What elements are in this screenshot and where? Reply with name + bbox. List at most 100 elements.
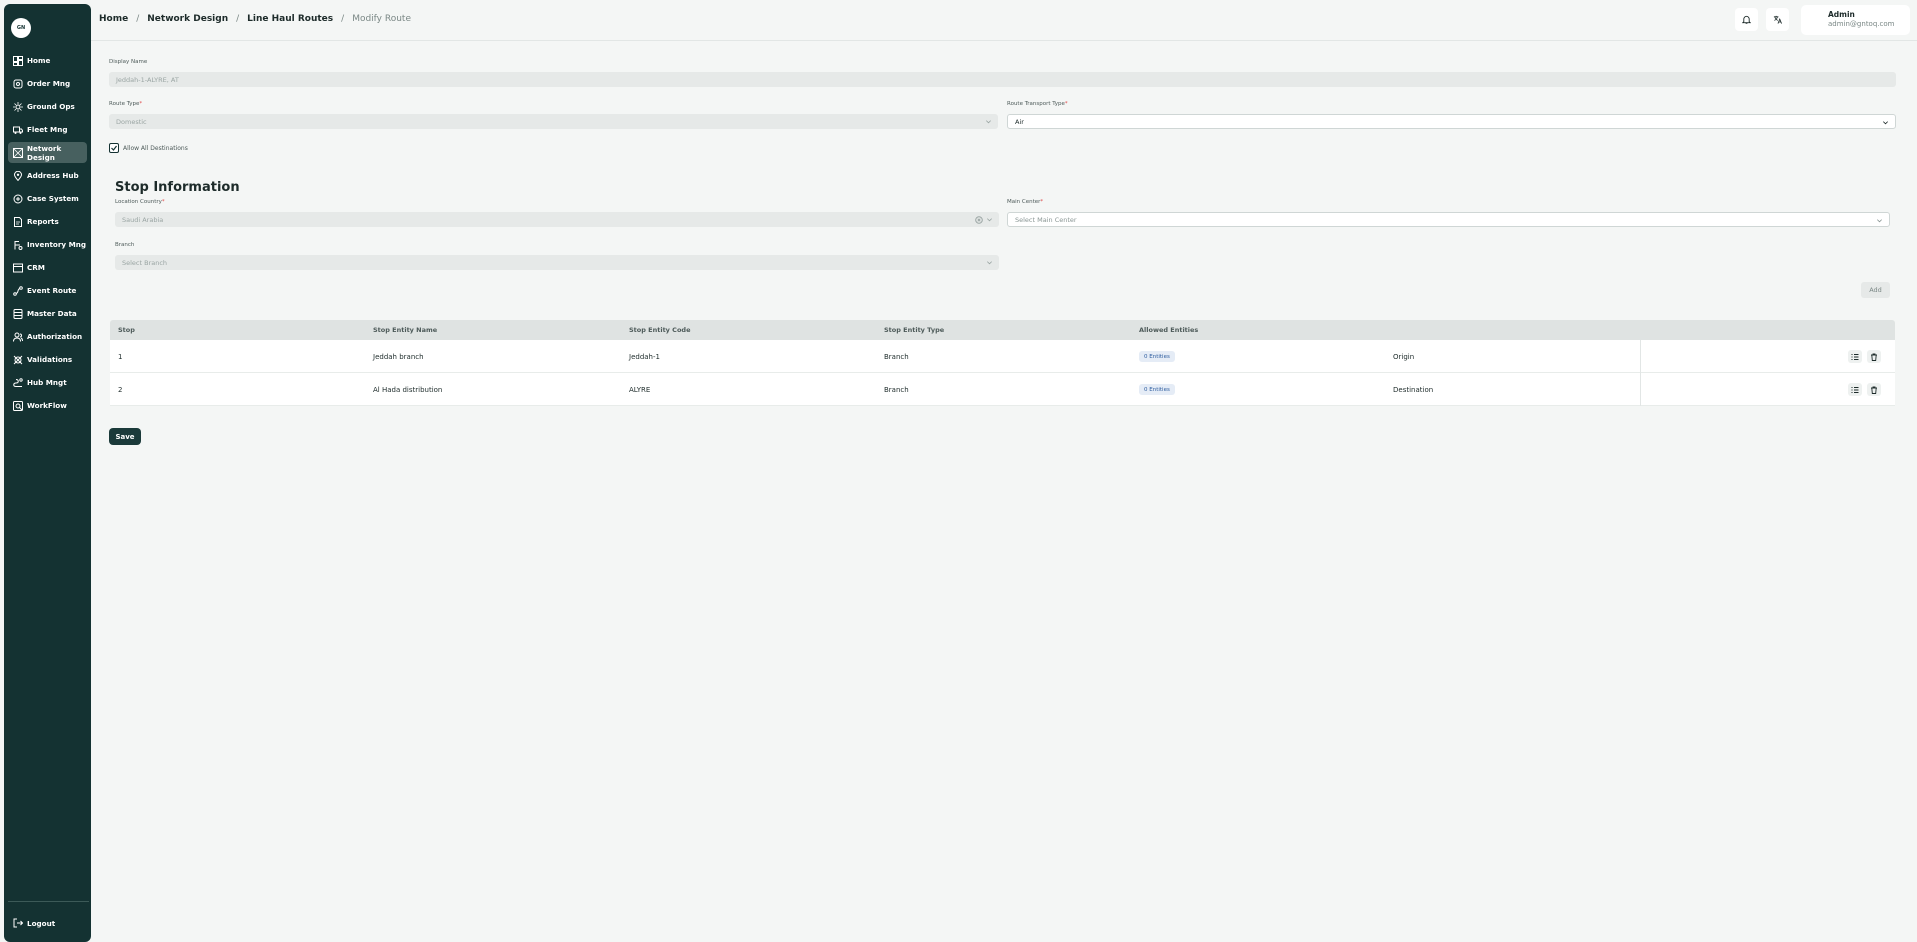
sidebar-item-inventory-mng[interactable]: Inventory Mng bbox=[8, 234, 87, 255]
sidebar-item-label: Fleet Mng bbox=[27, 125, 68, 134]
sidebar-nav: Home Order Mng Ground Ops Fleet Mng Netw… bbox=[8, 50, 87, 418]
sidebar-item-authorization[interactable]: Authorization bbox=[8, 326, 87, 347]
sidebar-item-hub-mngt[interactable]: Hub Mngt bbox=[8, 372, 87, 393]
bell-icon bbox=[1742, 15, 1751, 24]
table-row: 1 Jeddah branch Jeddah-1 Branch 0 Entiti… bbox=[110, 340, 1895, 373]
sidebar-item-order-mng[interactable]: Order Mng bbox=[8, 73, 87, 94]
column-header: Stop bbox=[118, 326, 135, 334]
cell-entity-name: Al Hada distribution bbox=[373, 386, 443, 394]
route-type-select[interactable]: Domestic bbox=[109, 114, 998, 129]
cell-entity-code: ALYRE bbox=[629, 386, 651, 394]
route-type-value: Domestic bbox=[116, 117, 147, 126]
sidebar-item-label: Event Route bbox=[27, 286, 77, 295]
notifications-button[interactable] bbox=[1735, 8, 1758, 31]
sidebar-item-master-data[interactable]: Master Data bbox=[8, 303, 87, 324]
translate-icon bbox=[1773, 15, 1782, 24]
save-button[interactable]: Save bbox=[109, 428, 141, 445]
location-country-select[interactable]: Saudi Arabia bbox=[115, 212, 999, 227]
network-icon bbox=[13, 147, 23, 158]
case-icon bbox=[13, 194, 23, 203]
chevron-down-icon bbox=[987, 218, 992, 222]
main-center-select[interactable]: Select Main Center bbox=[1007, 212, 1890, 227]
edit-entities-button[interactable] bbox=[1848, 383, 1862, 396]
allow-all-destinations[interactable]: Allow All Destinations bbox=[109, 143, 188, 153]
delete-row-button[interactable] bbox=[1867, 383, 1881, 396]
sidebar-item-label: Authorization bbox=[27, 332, 83, 341]
truck-icon bbox=[13, 126, 23, 134]
cell-entity-code: Jeddah-1 bbox=[629, 353, 660, 361]
sidebar-item-label: CRM bbox=[27, 263, 45, 272]
list-edit-icon bbox=[1851, 386, 1859, 393]
sidebar-item-label: Network Design bbox=[27, 143, 62, 162]
sidebar-divider bbox=[8, 901, 89, 902]
logout-label: Logout bbox=[27, 918, 56, 928]
top-bar: Home / Network Design / Line Haul Routes… bbox=[91, 0, 1917, 41]
app-logo: GN bbox=[11, 18, 31, 38]
sidebar-item-address-hub[interactable]: Address Hub bbox=[8, 165, 87, 186]
cell-entity-name: Jeddah branch bbox=[373, 353, 424, 361]
breadcrumb-separator: / bbox=[236, 14, 240, 24]
check-icon bbox=[111, 145, 117, 151]
breadcrumb-home[interactable]: Home bbox=[99, 14, 128, 24]
sidebar-item-label: Inventory Mng bbox=[27, 240, 86, 249]
inventory-icon bbox=[14, 240, 23, 250]
stops-table: Stop Stop Entity Name Stop Entity Code S… bbox=[110, 320, 1895, 406]
sidebar-item-network-design[interactable]: Network Design bbox=[8, 142, 87, 163]
sidebar-item-reports[interactable]: Reports bbox=[8, 211, 87, 232]
column-header: Stop Entity Type bbox=[884, 326, 945, 334]
route-icon bbox=[13, 285, 23, 296]
sidebar-item-home[interactable]: Home bbox=[8, 50, 87, 71]
cell-stop: 1 bbox=[118, 353, 123, 361]
clear-icon[interactable] bbox=[975, 215, 983, 224]
add-stop-button[interactable]: Add bbox=[1861, 282, 1890, 298]
sidebar-item-label: Address Hub bbox=[27, 171, 79, 180]
main-center-placeholder: Select Main Center bbox=[1015, 215, 1077, 224]
chevron-down-icon bbox=[987, 261, 992, 265]
route-type-label: Route Type* bbox=[109, 101, 143, 107]
display-name-field[interactable]: Jeddah-1-ALYRE, AT bbox=[109, 72, 1896, 87]
location-icon bbox=[13, 170, 23, 181]
logout-button[interactable]: Logout bbox=[13, 918, 55, 928]
language-button[interactable] bbox=[1766, 8, 1789, 31]
ground-ops-icon bbox=[13, 101, 23, 112]
branch-select[interactable]: Select Branch bbox=[115, 255, 999, 270]
edit-entities-button[interactable] bbox=[1848, 350, 1862, 363]
sidebar-item-validations[interactable]: Validations bbox=[8, 349, 87, 370]
report-icon bbox=[14, 216, 22, 227]
sidebar-item-label: Ground Ops bbox=[27, 102, 75, 111]
delete-row-button[interactable] bbox=[1867, 350, 1881, 363]
location-country-value: Saudi Arabia bbox=[122, 215, 164, 224]
sidebar: GN Home Order Mng Ground Ops Fleet Mng N… bbox=[4, 4, 91, 942]
sidebar-item-workflow[interactable]: WorkFlow bbox=[8, 395, 87, 416]
logout-icon bbox=[13, 918, 23, 928]
route-transport-type-value: Air bbox=[1015, 117, 1024, 126]
sidebar-item-label: WorkFlow bbox=[27, 401, 67, 410]
sidebar-item-crm[interactable]: CRM bbox=[8, 257, 87, 278]
users-icon bbox=[13, 332, 23, 342]
display-name-value: Jeddah-1-ALYRE, AT bbox=[116, 75, 179, 84]
trash-icon bbox=[1871, 353, 1877, 361]
column-header: Stop Entity Code bbox=[629, 326, 691, 334]
allowed-entities-badge[interactable]: 0 Entities bbox=[1139, 351, 1175, 362]
allowed-entities-badge[interactable]: 0 Entities bbox=[1139, 384, 1175, 395]
sidebar-item-event-route[interactable]: Event Route bbox=[8, 280, 87, 301]
chevron-down-icon bbox=[1877, 219, 1882, 223]
sidebar-item-label: Home bbox=[27, 56, 51, 65]
table-row: 2 Al Hada distribution ALYRE Branch 0 En… bbox=[110, 373, 1895, 406]
sidebar-item-ground-ops[interactable]: Ground Ops bbox=[8, 96, 87, 117]
breadcrumb: Home / Network Design / Line Haul Routes… bbox=[99, 14, 411, 24]
sidebar-item-case-system[interactable]: Case System bbox=[8, 188, 87, 209]
table-header: Stop Stop Entity Name Stop Entity Code S… bbox=[110, 320, 1895, 340]
breadcrumb-line-haul-routes[interactable]: Line Haul Routes bbox=[247, 14, 333, 24]
sidebar-item-label: Reports bbox=[27, 217, 59, 226]
user-menu[interactable]: Admin admin@gntoq.com bbox=[1801, 5, 1910, 35]
list-edit-icon bbox=[1851, 353, 1859, 360]
sidebar-item-label: Order Mng bbox=[27, 79, 71, 88]
allow-all-destinations-label: Allow All Destinations bbox=[123, 144, 188, 152]
breadcrumb-network-design[interactable]: Network Design bbox=[147, 14, 228, 24]
sidebar-item-fleet-mng[interactable]: Fleet Mng bbox=[8, 119, 87, 140]
user-name: Admin bbox=[1828, 10, 1855, 19]
allow-all-destinations-checkbox[interactable] bbox=[109, 143, 119, 153]
route-transport-type-select[interactable]: Air bbox=[1007, 114, 1896, 129]
cell-role: Origin bbox=[1393, 353, 1415, 361]
